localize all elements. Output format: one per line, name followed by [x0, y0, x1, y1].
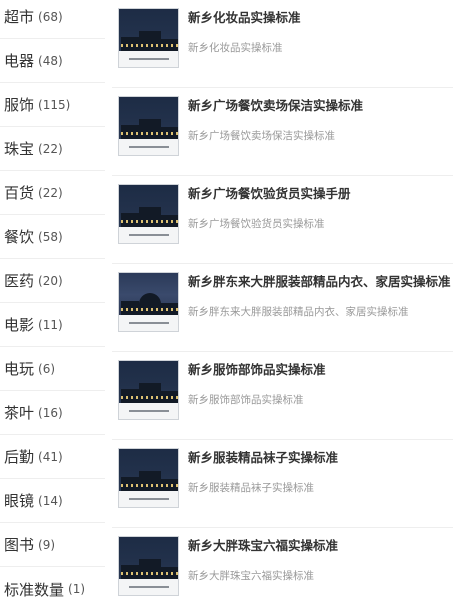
category-item[interactable]: 餐饮 (58) — [0, 215, 105, 259]
category-item[interactable]: 图书 (9) — [0, 523, 105, 567]
post-item: 新乡广场餐饮卖场保洁实操标准 新乡广场餐饮卖场保洁实操标准 — [112, 88, 453, 176]
post-item: 新乡服装精品袜子实操标准 新乡服装精品袜子实操标准 — [112, 440, 453, 528]
post-title-link[interactable]: 新乡化妆品实操标准 — [188, 7, 453, 26]
category-count: (9) — [38, 537, 56, 552]
category-sidebar: 超市 (68) 电器 (48) 服饰 (115) 珠宝 (22) 百货 (22) 餐饮 (5… — [0, 0, 105, 605]
category-count: (6) — [38, 361, 56, 376]
category-count: (115) — [38, 97, 71, 112]
post-title-link[interactable]: 新乡服饰部饰品实操标准 — [188, 359, 453, 378]
category-item[interactable]: 电玩 (6) — [0, 347, 105, 391]
night-building-photo-icon[interactable] — [118, 96, 179, 156]
post-title-link[interactable]: 新乡服装精品袜子实操标准 — [188, 447, 453, 466]
category-item[interactable]: 医药 (20) — [0, 259, 105, 303]
night-building-photo-icon[interactable] — [118, 184, 179, 244]
post-description: 新乡胖东来大胖服装部精品内衣、家居实操标准 — [188, 306, 409, 318]
category-count: (48) — [38, 53, 63, 68]
category-count: (22) — [38, 141, 63, 156]
category-name: 图书 — [4, 536, 35, 554]
night-building-photo-icon[interactable] — [118, 360, 179, 420]
category-name: 后勤 — [4, 448, 35, 466]
category-count: (20) — [38, 273, 63, 288]
category-item[interactable]: 后勤 (41) — [0, 435, 105, 479]
category-name: 标准数量 — [4, 580, 65, 599]
post-item: 新乡服饰部饰品实操标准 新乡服饰部饰品实操标准 — [112, 352, 453, 440]
post-title-link[interactable]: 新乡广场餐饮卖场保洁实操标准 — [188, 95, 453, 114]
category-name: 医药 — [4, 272, 35, 290]
category-name: 餐饮 — [4, 228, 35, 246]
category-item[interactable]: 电器 (48) — [0, 39, 105, 83]
category-name: 茶叶 — [4, 404, 35, 422]
category-item[interactable]: 标准数量 (1) — [0, 567, 105, 605]
category-name: 服饰 — [4, 96, 35, 114]
category-count: (68) — [38, 9, 63, 24]
category-count: (1) — [68, 582, 86, 596]
category-name: 电器 — [4, 52, 35, 70]
category-item[interactable]: 茶叶 (16) — [0, 391, 105, 435]
post-title-link[interactable]: 新乡大胖珠宝六福实操标准 — [188, 535, 453, 554]
night-building-photo-icon[interactable] — [118, 448, 179, 508]
post-description: 新乡服饰部饰品实操标准 — [188, 394, 304, 406]
category-count: (22) — [38, 185, 63, 200]
dome-building-photo-icon[interactable] — [118, 272, 179, 332]
category-item[interactable]: 珠宝 (22) — [0, 127, 105, 171]
post-description: 新乡服装精品袜子实操标准 — [188, 482, 314, 494]
category-name: 眼镜 — [4, 492, 35, 510]
category-item[interactable]: 百货 (22) — [0, 171, 105, 215]
category-count: (58) — [38, 229, 63, 244]
post-description: 新乡广场餐饮卖场保洁实操标准 — [188, 130, 335, 142]
category-item[interactable]: 眼镜 (14) — [0, 479, 105, 523]
category-count: (16) — [38, 405, 63, 420]
category-name: 超市 — [4, 8, 35, 26]
category-count: (11) — [38, 317, 63, 332]
category-item[interactable]: 超市 (68) — [0, 0, 105, 39]
post-item: 新乡化妆品实操标准 新乡化妆品实操标准 — [112, 0, 453, 88]
post-title-link[interactable]: 新乡广场餐饮验货员实操手册 — [188, 183, 453, 202]
category-name: 电玩 — [4, 360, 35, 378]
category-name: 百货 — [4, 184, 35, 202]
night-building-photo-icon[interactable] — [118, 536, 179, 596]
category-item[interactable]: 电影 (11) — [0, 303, 105, 347]
category-name: 电影 — [4, 316, 35, 334]
night-building-photo-icon[interactable] — [118, 8, 179, 68]
post-title-link[interactable]: 新乡胖东来大胖服装部精品内衣、家居实操标准 — [188, 271, 453, 290]
post-description: 新乡广场餐饮验货员实操标准 — [188, 218, 325, 230]
category-count: (14) — [38, 493, 63, 508]
category-name: 珠宝 — [4, 140, 35, 158]
post-item: 新乡广场餐饮验货员实操手册 新乡广场餐饮验货员实操标准 — [112, 176, 453, 264]
post-description: 新乡大胖珠宝六福实操标准 — [188, 570, 314, 582]
category-item[interactable]: 服饰 (115) — [0, 83, 105, 127]
post-item: 新乡大胖珠宝六福实操标准 新乡大胖珠宝六福实操标准 — [112, 528, 453, 605]
post-list: 新乡化妆品实操标准 新乡化妆品实操标准 新乡广场餐饮卖场保洁实操标准 新乡广场餐… — [112, 0, 453, 605]
category-count: (41) — [38, 449, 63, 464]
post-description: 新乡化妆品实操标准 — [188, 42, 283, 54]
post-item: 新乡胖东来大胖服装部精品内衣、家居实操标准 新乡胖东来大胖服装部精品内衣、家居实… — [112, 264, 453, 352]
